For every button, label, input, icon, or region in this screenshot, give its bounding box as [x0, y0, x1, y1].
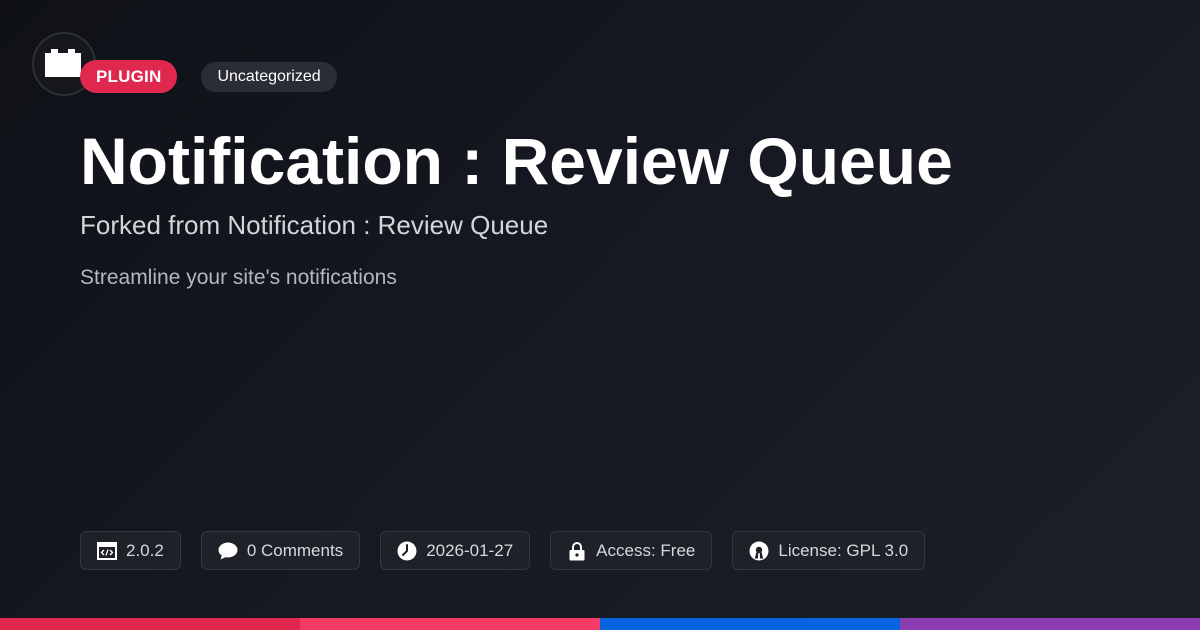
- version-chip: 2.0.2: [80, 531, 181, 570]
- brand-color-bar: [0, 618, 1200, 630]
- access-text: Access: Free: [596, 540, 696, 560]
- meta-row: 2.0.2 0 Comments 2026-01-27 Access: Free…: [80, 531, 945, 570]
- plugin-block-icon: [45, 49, 81, 77]
- color-bar-segment: [0, 618, 300, 630]
- license-text: License: GPL 3.0: [778, 540, 909, 560]
- page-subtitle: Forked from Notification : Review Queue: [80, 210, 549, 240]
- code-window-icon: [97, 541, 117, 561]
- page-description: Streamline your site's notifications: [80, 266, 397, 289]
- comments-text: 0 Comments: [246, 540, 344, 560]
- color-bar-segment: [300, 618, 600, 630]
- version-text: 2.0.2: [126, 540, 164, 560]
- lock-icon: [567, 541, 587, 561]
- clock-icon: [397, 541, 417, 561]
- date-text: 2026-01-27: [426, 540, 514, 560]
- comment-bubble-icon: [218, 541, 238, 561]
- comments-chip[interactable]: 0 Comments: [200, 531, 361, 570]
- page-title: Notification : Review Queue: [80, 124, 953, 198]
- color-bar-segment: [900, 618, 1200, 630]
- license-chip: License: GPL 3.0: [732, 531, 926, 570]
- color-bar-segment: [600, 618, 900, 630]
- date-chip: 2026-01-27: [380, 531, 531, 570]
- type-badge[interactable]: PLUGIN: [80, 60, 178, 93]
- access-chip: Access: Free: [550, 531, 713, 570]
- category-badge[interactable]: Uncategorized: [201, 61, 337, 92]
- open-source-icon: [749, 541, 769, 561]
- badge-row: PLUGIN Uncategorized: [80, 60, 337, 93]
